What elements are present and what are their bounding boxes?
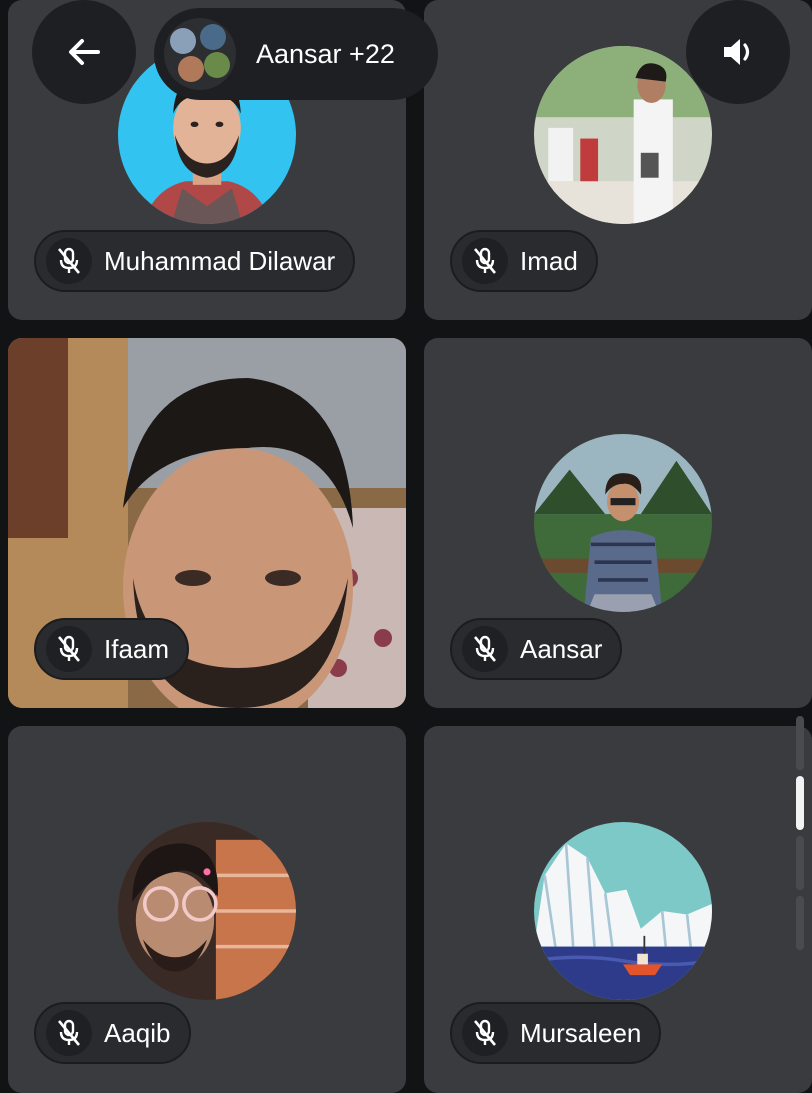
mic-off-icon [462,238,508,284]
participant-name: Aansar [520,633,603,664]
participant-avatars-stack [164,18,236,90]
participant-tile-aansar[interactable]: Aansar [424,338,812,708]
mini-avatar [200,24,226,50]
mic-off-icon [46,238,92,284]
participant-avatar [534,434,712,612]
mic-off-icon [462,1010,508,1056]
participant-name: Muhammad Dilawar [104,245,336,276]
participant-name-pill: Aansar [450,618,623,680]
participants-summary-button[interactable]: Aansar +22 [154,8,438,100]
mini-avatar [204,52,230,78]
participant-avatar [534,46,712,224]
participant-name: Imad [520,245,578,276]
participant-name-pill: Mursaleen [450,1002,662,1064]
mini-avatar [170,28,196,54]
mic-off-icon [46,626,92,672]
back-button[interactable] [32,0,136,104]
scroll-indicator-active[interactable] [796,776,804,830]
speaker-button[interactable] [686,0,790,104]
participant-name: Aaqib [104,1017,171,1048]
participant-tile-mursaleen[interactable]: Mursaleen [424,726,812,1093]
participants-summary-label: Aansar +22 [256,38,395,69]
speaker-icon [724,39,750,65]
arrow-left-icon [69,39,100,65]
mic-off-icon [46,1010,92,1056]
mic-off-icon [462,626,508,672]
participant-name: Mursaleen [520,1017,642,1048]
participant-tile-aaqib[interactable]: Aaqib [8,726,406,1093]
participant-avatar [118,822,296,1000]
scroll-indicator-segment [796,836,804,890]
participant-name-pill: Ifaam [34,618,190,680]
participant-name-pill: Aaqib [34,1002,191,1064]
participant-name-pill: Muhammad Dilawar [34,230,356,292]
participant-name: Ifaam [104,633,170,664]
participant-avatar [534,822,712,1000]
scroll-indicator-segment [796,896,804,950]
scroll-indicator-segment [796,716,804,770]
participant-name-pill: Imad [450,230,598,292]
mini-avatar [178,56,204,82]
participant-tile-ifaam[interactable]: Ifaam [8,338,406,708]
